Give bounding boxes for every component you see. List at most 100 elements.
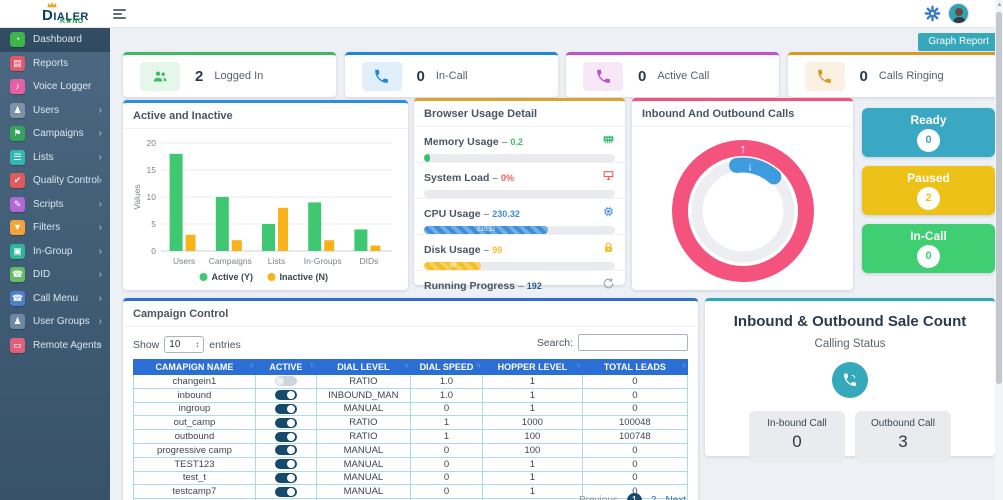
settings-gear-icon[interactable] bbox=[924, 5, 941, 22]
sale-box-label: In-bound Call bbox=[749, 418, 845, 429]
active-toggle[interactable] bbox=[275, 473, 297, 483]
chevron-right-icon: › bbox=[99, 105, 102, 116]
campaign-name[interactable]: ingroup bbox=[134, 402, 256, 416]
sale-count-panel: Inbound & Outbound Sale Count Calling St… bbox=[705, 298, 995, 456]
stat-card-logged-in[interactable]: 2 Logged In bbox=[123, 52, 336, 97]
stat-label: In-Call bbox=[436, 70, 468, 82]
hopper-level: 100 bbox=[483, 430, 583, 444]
scrollbar-thumb[interactable] bbox=[996, 12, 1002, 384]
sidebar-item-call-menu[interactable]: ☎ Call Menu› bbox=[0, 287, 110, 311]
status-label: Ready bbox=[862, 108, 995, 127]
scroll-up-icon[interactable]: ▲ bbox=[997, 2, 1003, 8]
active-toggle[interactable] bbox=[275, 487, 297, 497]
chevron-right-icon: › bbox=[99, 175, 102, 186]
column-header-hopper-level[interactable]: HOPPER LEVEL↑↓ bbox=[483, 360, 583, 375]
sidebar-item-users[interactable]: ♟ Users› bbox=[0, 99, 110, 123]
campaign-name[interactable]: out_camp bbox=[134, 416, 256, 430]
active-toggle[interactable] bbox=[275, 459, 297, 469]
campaign-row-ingroup: ingroup MANUAL 0 1 0 bbox=[134, 402, 688, 416]
stat-card-in-call[interactable]: 0 In-Call bbox=[345, 52, 558, 97]
sidebar-item-in-group[interactable]: ▣ In-Group› bbox=[0, 240, 110, 264]
graph-report-button[interactable]: Graph Report bbox=[918, 33, 999, 51]
sale-box-in-bound-call: In-bound Call 0 bbox=[749, 411, 845, 463]
campaign-row-changein1: changein1 RATIO 1.0 1 0 bbox=[134, 375, 688, 389]
column-header-dial-speed[interactable]: DIAL SPEED↑↓ bbox=[410, 360, 482, 375]
usage-progress-track: 230.32 bbox=[424, 226, 615, 234]
lists-icon: ☰ bbox=[10, 150, 25, 165]
campaign-table: CAMAPIGN NAME↑↓ACTIVE↑↓DIAL LEVEL↑↓DIAL … bbox=[133, 359, 688, 500]
sidebar-item-label: Voice Logger bbox=[33, 81, 91, 92]
sidebar-item-label: Quality Control bbox=[33, 175, 99, 186]
campaign-name[interactable]: testcamp7 bbox=[134, 485, 256, 499]
column-header-total-leads[interactable]: TOTAL LEADS↑↓ bbox=[582, 360, 687, 375]
sidebar-item-did[interactable]: ☎ DID› bbox=[0, 263, 110, 287]
browser-usage-title: Browser Usage Detail bbox=[414, 101, 625, 127]
sidebar-item-label: Campaigns bbox=[33, 128, 84, 139]
campaign-name[interactable]: inbound bbox=[134, 388, 256, 402]
campaign-row-outbound: outbound RATIO 1 100 100748 bbox=[134, 430, 688, 444]
status-card-paused[interactable]: Paused 2 bbox=[862, 166, 995, 215]
pagination-previous[interactable]: Previous bbox=[579, 495, 618, 500]
active-toggle[interactable] bbox=[275, 390, 297, 400]
stat-card-calls-ringing[interactable]: 0 Calls Ringing bbox=[788, 52, 1001, 97]
dial-speed: 0 bbox=[410, 471, 482, 485]
campaign-table-head: CAMAPIGN NAME↑↓ACTIVE↑↓DIAL LEVEL↑↓DIAL … bbox=[134, 360, 688, 375]
table-pagination: Previous 1 2 Next bbox=[579, 493, 686, 500]
campaign-name[interactable]: test_t bbox=[134, 471, 256, 485]
campaign-name[interactable]: outbound bbox=[134, 430, 256, 444]
dial-speed: 0 bbox=[410, 443, 482, 457]
sidebar-item-label: Filters bbox=[33, 222, 60, 233]
sidebar-item-campaigns[interactable]: ⚑ Campaigns› bbox=[0, 122, 110, 146]
dial-level: MANUAL bbox=[316, 485, 410, 499]
status-card-in-call[interactable]: In-Call 0 bbox=[862, 224, 995, 273]
sidebar-item-user-groups[interactable]: ♟ User Groups› bbox=[0, 310, 110, 334]
active-toggle[interactable] bbox=[275, 376, 297, 386]
usage-value: 99 bbox=[492, 245, 502, 255]
campaign-name[interactable]: changein1 bbox=[134, 375, 256, 389]
pagination-page-1[interactable]: 1 bbox=[627, 493, 642, 500]
campaign-name[interactable]: TEST123 bbox=[134, 457, 256, 471]
pagination-page-2[interactable]: 2 bbox=[651, 495, 657, 500]
search-input[interactable] bbox=[578, 334, 688, 351]
sidebar-item-voice-logger[interactable]: ♪ Voice Logger bbox=[0, 75, 110, 99]
sale-box-value: 3 bbox=[855, 432, 951, 452]
column-header-dial-level[interactable]: DIAL LEVEL↑↓ bbox=[316, 360, 410, 375]
sidebar-item-lists[interactable]: ☰ Lists› bbox=[0, 146, 110, 170]
active-toggle[interactable] bbox=[275, 432, 297, 442]
sidebar-item-scripts[interactable]: ✎ Scripts› bbox=[0, 193, 110, 217]
entries-select[interactable]: 10 ↕ bbox=[164, 336, 204, 353]
dial-speed: 0 bbox=[410, 457, 482, 471]
app-logo[interactable]: DIALER K★NG bbox=[28, 1, 98, 27]
pagination-next[interactable]: Next bbox=[665, 495, 686, 500]
sidebar-item-quality-control[interactable]: ✔ Quality Control› bbox=[0, 169, 110, 193]
status-card-ready[interactable]: Ready 0 bbox=[862, 108, 995, 157]
column-header-active[interactable]: ACTIVE↑↓ bbox=[255, 360, 316, 375]
vertical-scrollbar[interactable]: ▲ bbox=[995, 0, 1003, 500]
sort-icon: ↑↓ bbox=[249, 363, 253, 369]
column-header-camapign-name[interactable]: CAMAPIGN NAME↑↓ bbox=[134, 360, 256, 375]
menu-toggle-icon[interactable] bbox=[113, 9, 127, 20]
entries-label: entries bbox=[209, 339, 241, 351]
usage-label: Running Progress – 192 bbox=[424, 280, 542, 292]
stat-card-active-call[interactable]: 0 Active Call bbox=[566, 52, 779, 97]
active-toggle[interactable] bbox=[275, 445, 297, 455]
total-leads: 0 bbox=[582, 457, 687, 471]
sidebar-item-filters[interactable]: ▼ Filters› bbox=[0, 216, 110, 240]
active-toggle[interactable] bbox=[275, 418, 297, 428]
dial-level: RATIO bbox=[316, 430, 410, 444]
in-group-icon: ▣ bbox=[10, 244, 25, 259]
campaign-control-panel: Campaign Control Show 10 ↕ entries Searc… bbox=[123, 298, 698, 500]
svg-text:5: 5 bbox=[151, 219, 156, 229]
campaign-name[interactable]: progressive camp bbox=[134, 443, 256, 457]
user-avatar[interactable] bbox=[948, 3, 969, 24]
dial-level: RATIO bbox=[316, 375, 410, 389]
usage-value: 230.32 bbox=[492, 209, 520, 219]
stat-value: 0 bbox=[638, 68, 646, 85]
usage-progress-track: 99 bbox=[424, 262, 615, 270]
active-toggle[interactable] bbox=[275, 404, 297, 414]
sidebar-item-dashboard[interactable]: ◔ Dashboard bbox=[0, 28, 110, 52]
did-icon: ☎ bbox=[10, 267, 25, 282]
sidebar-item-remote-agents[interactable]: ▭ Remote Agents› bbox=[0, 334, 110, 358]
inbound-outbound-calls-panel: Inbound And Outbound Calls ↑ ↓ bbox=[632, 98, 853, 290]
sidebar-item-reports[interactable]: ▤ Reports bbox=[0, 52, 110, 76]
